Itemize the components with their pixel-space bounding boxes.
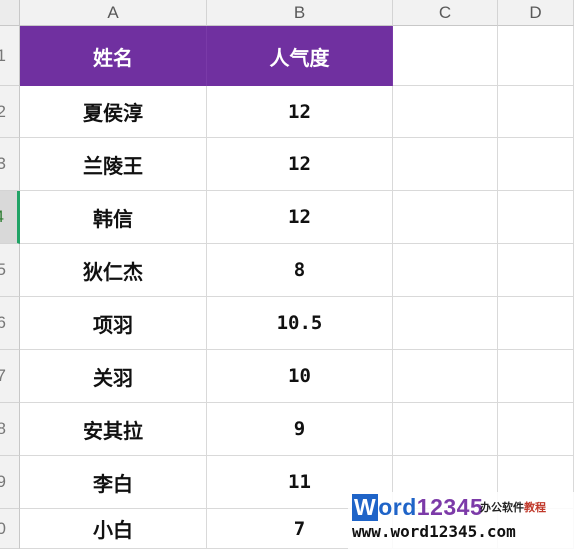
- empty-cell[interactable]: [393, 86, 498, 138]
- row-header-8[interactable]: 8: [0, 403, 20, 456]
- empty-cell[interactable]: [393, 26, 498, 86]
- row-number: 9: [0, 472, 6, 492]
- empty-cell[interactable]: [498, 26, 574, 86]
- empty-cell[interactable]: [393, 244, 498, 297]
- empty-cell[interactable]: [498, 191, 574, 244]
- watermark-tagline: 办公软件教程: [480, 501, 546, 514]
- select-all-corner[interactable]: [0, 0, 20, 26]
- empty-cell[interactable]: [498, 297, 574, 350]
- cell-name[interactable]: 韩信: [20, 191, 207, 244]
- empty-cell[interactable]: [393, 350, 498, 403]
- row-header-3[interactable]: 3: [0, 138, 20, 191]
- row-header-7[interactable]: 7: [0, 350, 20, 403]
- column-header-c[interactable]: C: [393, 0, 498, 26]
- cell-name[interactable]: 关羽: [20, 350, 207, 403]
- cell-name[interactable]: 兰陵王: [20, 138, 207, 191]
- row-number: 4: [0, 207, 4, 227]
- row-number: 6: [0, 313, 6, 333]
- row-number: 8: [0, 419, 6, 439]
- empty-cell[interactable]: [498, 350, 574, 403]
- cell-name[interactable]: 小白: [20, 509, 207, 549]
- row-number: 1: [0, 46, 6, 66]
- watermark: Word12345 办公软件教程 www.word12345.com: [348, 492, 574, 549]
- row-header-4[interactable]: 4: [0, 191, 20, 244]
- empty-cell[interactable]: [498, 403, 574, 456]
- cell-popularity[interactable]: 10: [207, 350, 393, 403]
- cell-popularity[interactable]: 10.5: [207, 297, 393, 350]
- empty-cell[interactable]: [393, 297, 498, 350]
- row-number: 3: [0, 154, 6, 174]
- row-header-9[interactable]: 9: [0, 456, 20, 509]
- header-cell-name[interactable]: 姓名: [20, 26, 207, 86]
- cell-name[interactable]: 项羽: [20, 297, 207, 350]
- row-header-6[interactable]: 6: [0, 297, 20, 350]
- row-number: 7: [0, 366, 6, 386]
- column-header-b[interactable]: B: [207, 0, 393, 26]
- watermark-logo: Word12345: [352, 494, 484, 521]
- row-number: 2: [0, 102, 6, 122]
- cell-popularity[interactable]: 12: [207, 191, 393, 244]
- cell-name[interactable]: 狄仁杰: [20, 244, 207, 297]
- row-header-2[interactable]: 2: [0, 86, 20, 138]
- spreadsheet: ABCD 12345678910 姓名人气度夏侯淳12兰陵王12韩信12狄仁杰8…: [0, 0, 574, 549]
- cell-popularity[interactable]: 8: [207, 244, 393, 297]
- column-header-d[interactable]: D: [498, 0, 574, 26]
- header-cell-popularity[interactable]: 人气度: [207, 26, 393, 86]
- empty-cell[interactable]: [498, 86, 574, 138]
- cell-name[interactable]: 安其拉: [20, 403, 207, 456]
- column-header-a[interactable]: A: [20, 0, 207, 26]
- cell-name[interactable]: 夏侯淳: [20, 86, 207, 138]
- row-header-5[interactable]: 5: [0, 244, 20, 297]
- watermark-url: www.word12345.com: [352, 522, 516, 541]
- row-number: 5: [0, 260, 6, 280]
- cell-popularity[interactable]: 12: [207, 86, 393, 138]
- row-header-10[interactable]: 10: [0, 509, 20, 549]
- row-header-1[interactable]: 1: [0, 26, 20, 86]
- cell-popularity[interactable]: 9: [207, 403, 393, 456]
- empty-cell[interactable]: [498, 244, 574, 297]
- empty-cell[interactable]: [393, 138, 498, 191]
- cell-name[interactable]: 李白: [20, 456, 207, 509]
- empty-cell[interactable]: [393, 403, 498, 456]
- empty-cell[interactable]: [393, 191, 498, 244]
- cell-popularity[interactable]: 12: [207, 138, 393, 191]
- row-number: 10: [0, 519, 6, 539]
- empty-cell[interactable]: [498, 138, 574, 191]
